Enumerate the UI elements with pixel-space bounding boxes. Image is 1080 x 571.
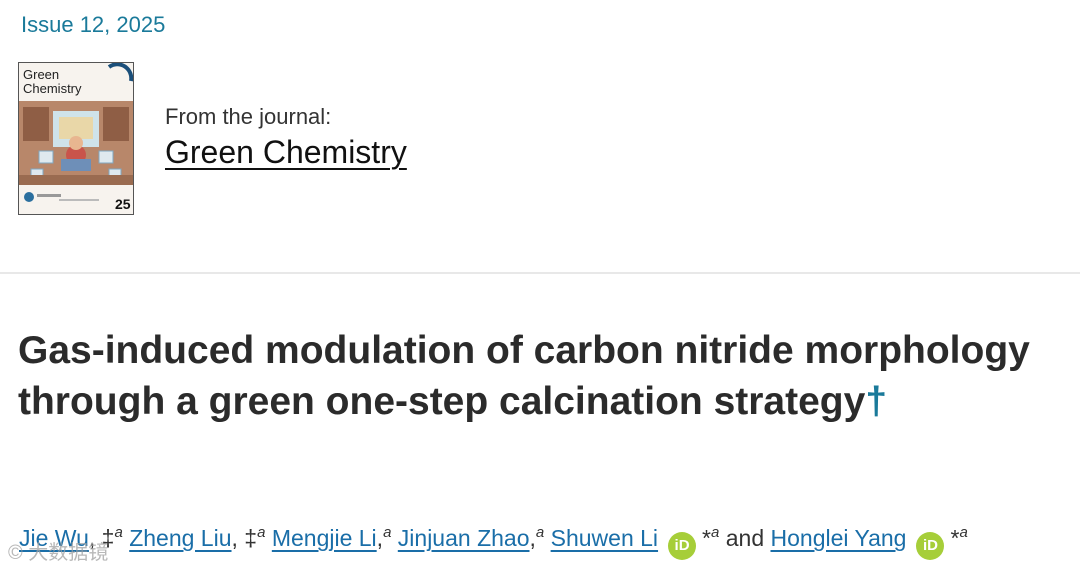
and-word: and xyxy=(725,525,765,551)
author-marks: , ‡ xyxy=(231,525,258,551)
svg-text:25: 25 xyxy=(115,196,131,212)
author-link-honglei-yang[interactable]: Honglei Yang xyxy=(771,525,907,551)
affiliation-marker: a xyxy=(257,524,266,541)
orcid-icon[interactable]: iD xyxy=(668,532,697,560)
author-link-mengjie-li[interactable]: Mengjie Li xyxy=(272,525,377,551)
author-item: Mengjie Li,a xyxy=(272,524,392,551)
author-item: Zheng Liu, ‡a xyxy=(129,524,266,551)
electronic-supplementary-link[interactable]: † xyxy=(865,380,887,423)
journal-cover-image[interactable]: Green Chemistry 25 xyxy=(18,62,134,215)
section-divider xyxy=(0,272,1080,274)
author-link-jinjuan-zhao[interactable]: Jinjuan Zhao xyxy=(398,525,530,551)
affiliation-marker: a xyxy=(535,524,545,541)
affiliation-marker: a xyxy=(383,524,392,541)
journal-name-link[interactable]: Green Chemistry xyxy=(165,134,407,171)
article-title: Gas-induced modulation of carbon nitride… xyxy=(18,325,1058,427)
watermark: © 大数据镜 xyxy=(8,542,109,564)
author-link-shuwen-li[interactable]: Shuwen Li xyxy=(551,525,658,551)
svg-text:Chemistry: Chemistry xyxy=(23,81,82,96)
author-item: Shuwen Li iD *a xyxy=(551,524,720,560)
author-link-zheng-liu[interactable]: Zheng Liu xyxy=(129,525,231,551)
author-list: Jie Wu, ‡a Zheng Liu, ‡a Mengjie Li,a Ji… xyxy=(19,524,968,560)
from-journal-label: From the journal: xyxy=(165,104,332,129)
author-marks: * xyxy=(702,525,711,551)
cover-illustration: Green Chemistry 25 xyxy=(19,63,133,214)
issue-link[interactable]: Issue 12, 2025 xyxy=(21,12,165,38)
affiliation-marker: a xyxy=(711,524,720,541)
affiliation-marker: a xyxy=(114,524,123,541)
author-item: Honglei Yang iD *a xyxy=(771,524,968,560)
svg-text:Green: Green xyxy=(23,67,59,82)
orcid-icon[interactable]: iD xyxy=(916,532,945,560)
author-item: Jinjuan Zhao,a xyxy=(398,524,545,551)
affiliation-marker: a xyxy=(959,524,968,541)
